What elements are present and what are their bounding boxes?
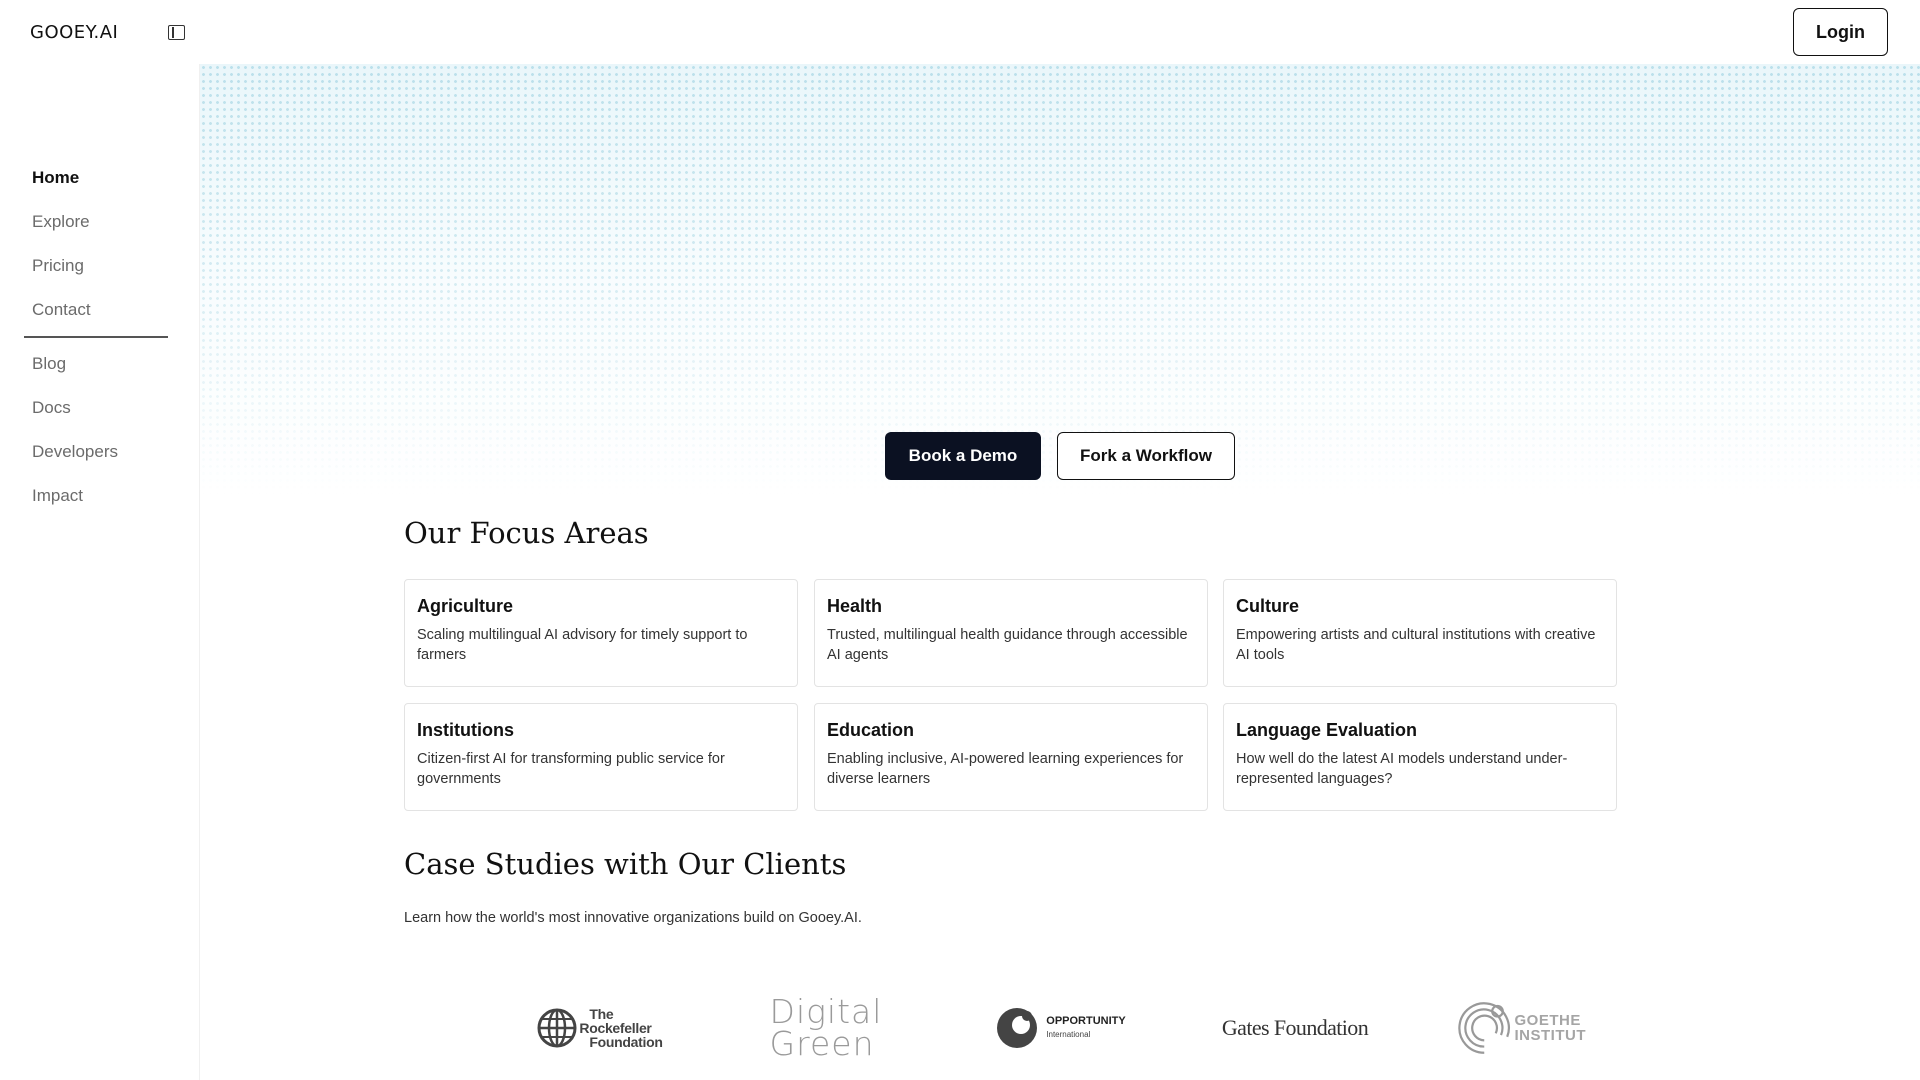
sidebar: Home Explore Pricing Contact Blog Docs D… xyxy=(0,64,200,1080)
case-studies-subtitle: Learn how the world's most innovative or… xyxy=(404,910,862,926)
sidebar-item-blog[interactable]: Blog xyxy=(32,354,66,374)
rockefeller-foundation-logo[interactable]: The Rockefeller Foundation xyxy=(530,988,670,1068)
focus-areas-title: Our Focus Areas xyxy=(404,516,649,550)
sidebar-item-explore[interactable]: Explore xyxy=(32,212,90,232)
login-button[interactable]: Login xyxy=(1793,8,1888,56)
logo-text: Foundation xyxy=(589,1034,663,1050)
brand-logo[interactable]: GOOEY.AI xyxy=(30,22,118,43)
card-description: Scaling multilingual AI advisory for tim… xyxy=(417,627,748,663)
case-studies-title: Case Studies with Our Clients xyxy=(404,847,847,881)
focus-card-institutions[interactable]: Institutions Citizen-first AI for transf… xyxy=(404,703,798,811)
focus-card-education[interactable]: Education Enabling inclusive, AI-powered… xyxy=(814,703,1208,811)
sidebar-divider xyxy=(24,336,168,338)
logo-text: The xyxy=(589,1006,614,1022)
digital-green-logo[interactable]: Digital Green xyxy=(766,988,886,1068)
card-description: Enabling inclusive, AI-powered learning … xyxy=(827,751,1184,787)
logo-text: GOETHE xyxy=(1514,1012,1581,1029)
logo-text: Green xyxy=(769,1024,875,1063)
hero-dot-pattern xyxy=(200,64,1920,494)
goethe-institut-logo[interactable]: GOETHE INSTITUT xyxy=(1456,988,1586,1068)
card-description: Trusted, multilingual health guidance th… xyxy=(827,627,1188,663)
focus-card-culture[interactable]: Culture Empowering artists and cultural … xyxy=(1223,579,1617,687)
sidebar-item-contact[interactable]: Contact xyxy=(32,300,91,320)
card-title: Agriculture xyxy=(417,596,514,616)
focus-card-agriculture[interactable]: Agriculture Scaling multilingual AI advi… xyxy=(404,579,798,687)
logo-text: Gates Foundation xyxy=(1221,1015,1369,1040)
top-bar: GOOEY.AI Login xyxy=(0,0,1920,64)
main-content: Book a Demo Fork a Workflow Our Focus Ar… xyxy=(200,64,1920,1080)
card-title: Culture xyxy=(1236,596,1299,616)
sidebar-item-impact[interactable]: Impact xyxy=(32,486,83,506)
card-description: Citizen-first AI for transforming public… xyxy=(417,751,725,787)
card-description: Empowering artists and cultural institut… xyxy=(1236,627,1596,663)
opportunity-mark-icon xyxy=(997,1008,1038,1048)
logo-text: OPPORTUNITY xyxy=(1046,1015,1126,1027)
focus-card-language-evaluation[interactable]: Language Evaluation How well do the late… xyxy=(1223,703,1617,811)
globe-icon xyxy=(537,1008,577,1048)
focus-card-health[interactable]: Health Trusted, multilingual health guid… xyxy=(814,579,1208,687)
card-title: Health xyxy=(827,596,883,616)
sidebar-item-developers[interactable]: Developers xyxy=(32,442,118,462)
logo-text: International xyxy=(1046,1030,1091,1039)
card-description: How well do the latest AI models underst… xyxy=(1236,751,1568,787)
sidebar-item-docs[interactable]: Docs xyxy=(32,398,71,418)
sidebar-item-pricing[interactable]: Pricing xyxy=(32,256,84,276)
sidebar-toggle-icon[interactable] xyxy=(168,25,185,40)
goethe-spiral-icon xyxy=(1458,1002,1510,1054)
opportunity-international-logo[interactable]: OPPORTUNITY International xyxy=(990,988,1130,1068)
logo-text: INSTITUT xyxy=(1514,1027,1586,1044)
fork-workflow-button[interactable]: Fork a Workflow xyxy=(1057,432,1235,480)
card-title: Institutions xyxy=(417,720,514,740)
card-title: Language Evaluation xyxy=(1236,720,1418,740)
card-title: Education xyxy=(827,720,915,740)
sidebar-item-home[interactable]: Home xyxy=(32,168,79,188)
book-demo-button[interactable]: Book a Demo xyxy=(885,432,1041,480)
gates-foundation-logo[interactable]: Gates Foundation xyxy=(1210,988,1380,1068)
logo-text: Rockefeller xyxy=(579,1020,652,1036)
